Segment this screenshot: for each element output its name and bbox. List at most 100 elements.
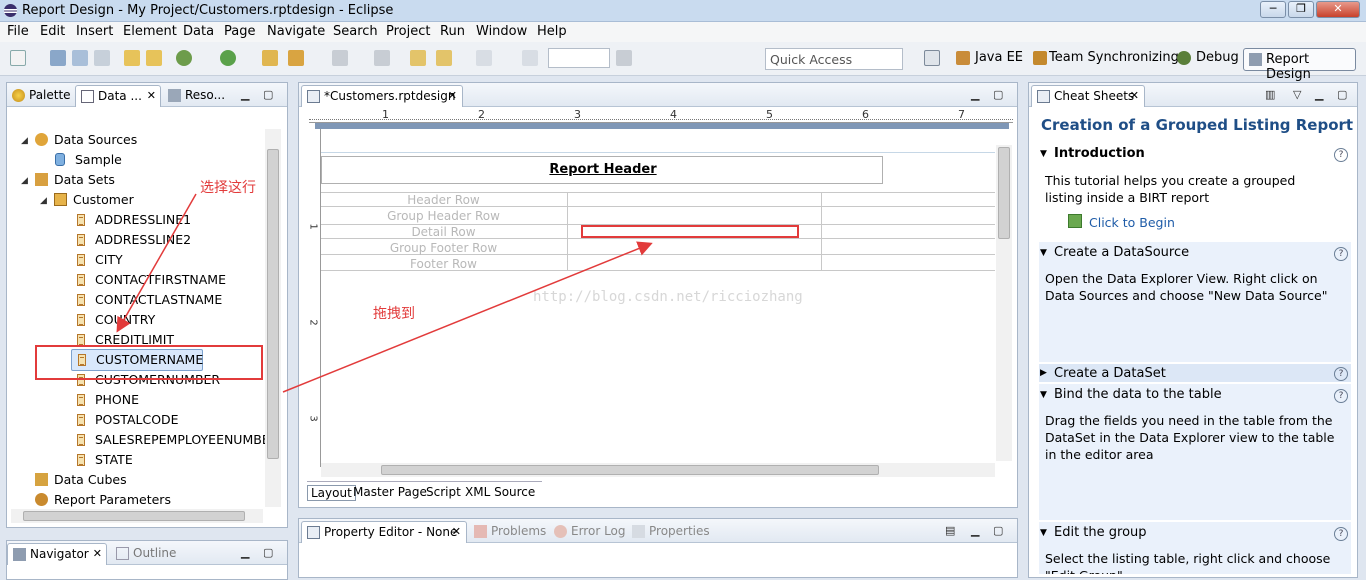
tree-column-row[interactable]: CONTACTLASTNAME — [77, 292, 222, 310]
tab-cheat-sheets[interactable]: Cheat Sheets ✕ — [1031, 85, 1145, 107]
menu-insert[interactable]: Insert — [76, 24, 113, 39]
collapse-arrow-icon[interactable]: ▶ — [1040, 368, 1047, 378]
tab-property-editor[interactable]: Property Editor - None ✕ — [301, 521, 467, 543]
close-icon[interactable]: ✕ — [1130, 89, 1139, 102]
horizontal-scrollbar[interactable] — [11, 509, 263, 523]
new-icon[interactable] — [10, 50, 26, 66]
close-icon[interactable]: ✕ — [93, 547, 102, 560]
tab-data-explorer[interactable]: Data ... ✕ — [75, 85, 161, 107]
maximize-button[interactable]: ❐ — [1288, 1, 1314, 18]
tree-report-parameters[interactable]: Report Parameters — [35, 492, 171, 510]
tab-problems[interactable]: Problems — [469, 521, 552, 543]
help-icon[interactable]: ? — [1334, 148, 1348, 162]
tree-column-row[interactable]: CONTACTFIRSTNAME — [77, 272, 226, 290]
menu-element[interactable]: Element — [123, 24, 177, 39]
tab-error-log[interactable]: Error Log — [549, 521, 632, 543]
tree-column-row[interactable]: CITY — [77, 252, 123, 270]
help-icon[interactable]: ? — [1334, 389, 1348, 403]
redo-icon[interactable] — [146, 50, 162, 66]
expand-arrow-icon[interactable]: ▼ — [1040, 528, 1047, 538]
vertical-scrollbar[interactable] — [265, 129, 281, 507]
menu-run[interactable]: Run — [440, 24, 465, 39]
expand-arrow-icon[interactable]: ◢ — [40, 196, 47, 206]
click-to-begin-icon[interactable] — [1068, 214, 1082, 228]
editor-vertical-scrollbar[interactable] — [996, 145, 1012, 461]
perspective-report-design-button[interactable]: Report Design — [1243, 48, 1356, 82]
tree-column-row[interactable]: STATE — [77, 452, 133, 470]
tree-column-row[interactable]: ADDRESSLINE2 — [77, 232, 191, 250]
tab-properties[interactable]: Properties — [627, 521, 716, 543]
report-header-box[interactable]: Report Header — [321, 156, 883, 184]
close-icon[interactable]: ✕ — [448, 89, 457, 102]
tab-navigator[interactable]: Navigator ✕ — [7, 543, 107, 565]
view-menu-icon[interactable]: ▽ — [1293, 88, 1301, 101]
tree-column-row[interactable]: COUNTRY — [77, 312, 155, 330]
open-perspective-icon[interactable] — [924, 50, 940, 66]
tab-layout[interactable]: Layout — [307, 485, 356, 501]
help-icon[interactable]: ? — [1334, 527, 1348, 541]
header-row-label[interactable]: Header Row — [321, 193, 566, 207]
prev-annotation-icon[interactable] — [374, 50, 390, 66]
minimize-view-icon[interactable]: ▁ — [971, 88, 979, 101]
last-edit-icon[interactable] — [410, 50, 426, 66]
scrollbar-thumb[interactable] — [23, 511, 245, 521]
expand-arrow-icon[interactable]: ▼ — [1040, 149, 1047, 159]
menu-project[interactable]: Project — [386, 24, 430, 39]
help-icon[interactable]: ? — [1334, 247, 1348, 261]
cs-heading-edit-group[interactable]: Edit the group — [1054, 525, 1147, 540]
menu-search[interactable]: Search — [333, 24, 378, 39]
tree-customer[interactable]: Customer — [54, 192, 134, 210]
save-icon[interactable] — [50, 50, 66, 66]
menu-navigate[interactable]: Navigate — [267, 24, 325, 39]
tree-column-row[interactable]: POSTALCODE — [77, 412, 179, 430]
menu-window[interactable]: Window — [476, 24, 527, 39]
perspective-team-sync[interactable]: Team Synchronizing — [1049, 50, 1179, 65]
minimize-view-icon[interactable]: ▁ — [241, 546, 249, 559]
collapse-all-icon[interactable]: ▥ — [1265, 88, 1275, 101]
menu-help[interactable]: Help — [537, 24, 567, 39]
undo-icon[interactable] — [124, 50, 140, 66]
tree-data-sources[interactable]: Data Sources — [35, 132, 137, 150]
toolbar-extra-icon[interactable] — [616, 50, 632, 66]
tree-column-row[interactable]: ADDRESSLINE1 — [77, 212, 191, 230]
tree-sample[interactable]: Sample — [55, 152, 122, 170]
cs-heading-bind[interactable]: Bind the data to the table — [1054, 387, 1222, 402]
tree-column-row[interactable]: PHONE — [77, 392, 139, 410]
print-icon[interactable] — [94, 50, 110, 66]
maximize-view-icon[interactable]: ▢ — [993, 524, 1003, 537]
pencil-icon[interactable] — [288, 50, 304, 66]
close-icon[interactable]: ✕ — [147, 89, 156, 102]
help-icon[interactable]: ? — [1334, 367, 1348, 381]
menu-file[interactable]: File — [7, 24, 29, 39]
editor-horizontal-scrollbar[interactable] — [321, 463, 995, 477]
tree-data-sets[interactable]: Data Sets — [35, 172, 115, 190]
tab-xml-source[interactable]: XML Source — [465, 485, 535, 499]
quick-access-input[interactable]: Quick Access — [765, 48, 903, 70]
detail-row-label[interactable]: Detail Row — [321, 225, 566, 239]
tab-master-page[interactable]: Master Page — [353, 485, 427, 499]
view-menu-icon[interactable]: ▤ — [945, 524, 955, 537]
tree-data-cubes[interactable]: Data Cubes — [35, 472, 127, 490]
cs-heading-dataset[interactable]: Create a DataSet — [1054, 366, 1166, 381]
next-annotation-icon[interactable] — [332, 50, 348, 66]
scrollbar-thumb[interactable] — [381, 465, 879, 475]
cs-heading-introduction[interactable]: Introduction — [1054, 146, 1145, 161]
click-to-begin-link[interactable]: Click to Begin — [1089, 215, 1175, 230]
report-canvas[interactable]: Report Header Header Row Group Header Ro… — [321, 129, 995, 463]
tab-script[interactable]: Script — [426, 485, 461, 499]
maximize-view-icon[interactable]: ▢ — [993, 88, 1003, 101]
save-all-icon[interactable] — [72, 50, 88, 66]
tab-outline[interactable]: Outline — [111, 543, 182, 565]
back-icon[interactable] — [436, 50, 452, 66]
tree-column-row[interactable]: SALESREPEMPLOYEENUMBER — [77, 432, 267, 450]
menu-edit[interactable]: Edit — [40, 24, 65, 39]
zoom-combo[interactable] — [548, 48, 610, 68]
forward-icon[interactable] — [476, 50, 492, 66]
menu-data[interactable]: Data — [183, 24, 214, 39]
open-folder-icon[interactable] — [262, 50, 278, 66]
close-button[interactable]: ✕ — [1316, 1, 1360, 18]
minimize-view-icon[interactable]: ▁ — [1315, 88, 1323, 101]
minimize-view-icon[interactable]: ▁ — [241, 88, 249, 101]
tab-customers-rptdesign[interactable]: *Customers.rptdesign ✕ — [301, 85, 463, 107]
maximize-view-icon[interactable]: ▢ — [1337, 88, 1347, 101]
